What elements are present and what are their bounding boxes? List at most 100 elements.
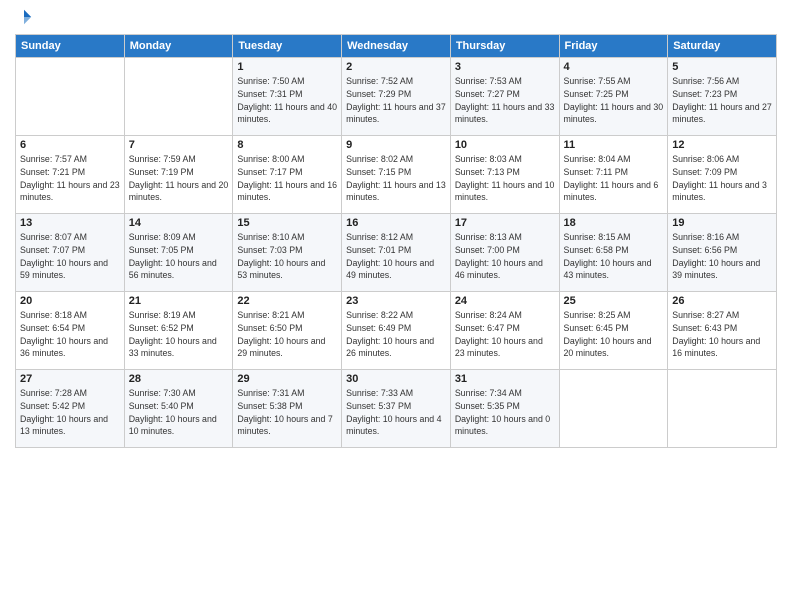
day-number: 26	[672, 295, 772, 307]
day-info: Sunrise: 7:53 AMSunset: 7:27 PMDaylight:…	[455, 75, 555, 126]
calendar-cell: 9 Sunrise: 8:02 AMSunset: 7:15 PMDaylight…	[342, 136, 451, 214]
day-info: Sunrise: 7:30 AMSunset: 5:40 PMDaylight:…	[129, 387, 229, 438]
calendar-week-row: 27 Sunrise: 7:28 AMSunset: 5:42 PMDayligh…	[16, 370, 777, 448]
logo	[15, 10, 35, 26]
calendar-cell: 2 Sunrise: 7:52 AMSunset: 7:29 PMDaylight…	[342, 58, 451, 136]
day-number: 1	[237, 61, 337, 73]
day-info: Sunrise: 8:25 AMSunset: 6:45 PMDaylight:…	[564, 309, 664, 360]
calendar-cell: 15 Sunrise: 8:10 AMSunset: 7:03 PMDayligh…	[233, 214, 342, 292]
day-number: 20	[20, 295, 120, 307]
calendar-week-row: 1 Sunrise: 7:50 AMSunset: 7:31 PMDaylight…	[16, 58, 777, 136]
calendar-cell: 23 Sunrise: 8:22 AMSunset: 6:49 PMDayligh…	[342, 292, 451, 370]
day-info: Sunrise: 8:27 AMSunset: 6:43 PMDaylight:…	[672, 309, 772, 360]
day-info: Sunrise: 8:10 AMSunset: 7:03 PMDaylight:…	[237, 231, 337, 282]
calendar-cell: 12 Sunrise: 8:06 AMSunset: 7:09 PMDayligh…	[668, 136, 777, 214]
day-number: 19	[672, 217, 772, 229]
day-number: 8	[237, 139, 337, 151]
calendar-cell: 13 Sunrise: 8:07 AMSunset: 7:07 PMDayligh…	[16, 214, 125, 292]
calendar-cell: 30Sunrise: 7:33 AMSunset: 5:37 PMDayligh…	[342, 370, 451, 448]
day-number: 29	[237, 373, 337, 385]
day-of-week-friday: Friday	[559, 35, 668, 58]
calendar-week-row: 6Sunrise: 7:57 AMSunset: 7:21 PMDaylight…	[16, 136, 777, 214]
header	[15, 10, 777, 26]
day-info: Sunrise: 8:06 AMSunset: 7:09 PMDaylight:…	[672, 153, 772, 204]
calendar-cell: 28 Sunrise: 7:30 AMSunset: 5:40 PMDayligh…	[124, 370, 233, 448]
calendar-cell: 26 Sunrise: 8:27 AMSunset: 6:43 PMDayligh…	[668, 292, 777, 370]
day-info: Sunrise: 8:21 AMSunset: 6:50 PMDaylight:…	[237, 309, 337, 360]
day-info: Sunrise: 8:03 AMSunset: 7:13 PMDaylight:…	[455, 153, 555, 204]
day-info: Sunrise: 7:31 AMSunset: 5:38 PMDaylight:…	[237, 387, 337, 438]
day-of-week-thursday: Thursday	[450, 35, 559, 58]
day-info: Sunrise: 7:59 AMSunset: 7:19 PMDaylight:…	[129, 153, 229, 204]
day-info: Sunrise: 7:56 AMSunset: 7:23 PMDaylight:…	[672, 75, 772, 126]
day-info: Sunrise: 8:07 AMSunset: 7:07 PMDaylight:…	[20, 231, 120, 282]
calendar-cell: 21 Sunrise: 8:19 AMSunset: 6:52 PMDayligh…	[124, 292, 233, 370]
day-of-week-tuesday: Tuesday	[233, 35, 342, 58]
calendar-cell: 1 Sunrise: 7:50 AMSunset: 7:31 PMDaylight…	[233, 58, 342, 136]
day-of-week-wednesday: Wednesday	[342, 35, 451, 58]
calendar-cell: 7 Sunrise: 7:59 AMSunset: 7:19 PMDaylight…	[124, 136, 233, 214]
day-info: Sunrise: 7:28 AMSunset: 5:42 PMDaylight:…	[20, 387, 120, 438]
day-number: 5	[672, 61, 772, 73]
day-number: 25	[564, 295, 664, 307]
calendar-cell: 24Sunrise: 8:24 AMSunset: 6:47 PMDayligh…	[450, 292, 559, 370]
page: SundayMondayTuesdayWednesdayThursdayFrid…	[0, 0, 792, 612]
day-number: 31	[455, 373, 555, 385]
day-number: 18	[564, 217, 664, 229]
calendar-cell	[124, 58, 233, 136]
day-number: 3	[455, 61, 555, 73]
calendar-cell	[668, 370, 777, 448]
day-number: 7	[129, 139, 229, 151]
calendar-cell: 18 Sunrise: 8:15 AMSunset: 6:58 PMDayligh…	[559, 214, 668, 292]
day-info: Sunrise: 7:52 AMSunset: 7:29 PMDaylight:…	[346, 75, 446, 126]
day-number: 2	[346, 61, 446, 73]
day-of-week-sunday: Sunday	[16, 35, 125, 58]
day-info: Sunrise: 8:19 AMSunset: 6:52 PMDaylight:…	[129, 309, 229, 360]
day-of-week-monday: Monday	[124, 35, 233, 58]
day-of-week-saturday: Saturday	[668, 35, 777, 58]
calendar-cell: 3 Sunrise: 7:53 AMSunset: 7:27 PMDaylight…	[450, 58, 559, 136]
calendar-week-row: 13 Sunrise: 8:07 AMSunset: 7:07 PMDayligh…	[16, 214, 777, 292]
day-info: Sunrise: 7:33 AMSunset: 5:37 PMDaylight:…	[346, 387, 446, 438]
day-info: Sunrise: 8:13 AMSunset: 7:00 PMDaylight:…	[455, 231, 555, 282]
calendar-cell: 4 Sunrise: 7:55 AMSunset: 7:25 PMDaylight…	[559, 58, 668, 136]
day-number: 15	[237, 217, 337, 229]
day-number: 11	[564, 139, 664, 151]
day-number: 22	[237, 295, 337, 307]
day-number: 17	[455, 217, 555, 229]
calendar-cell: 5 Sunrise: 7:56 AMSunset: 7:23 PMDaylight…	[668, 58, 777, 136]
day-number: 27	[20, 373, 120, 385]
day-number: 28	[129, 373, 229, 385]
day-number: 9	[346, 139, 446, 151]
day-number: 14	[129, 217, 229, 229]
calendar-cell	[16, 58, 125, 136]
day-info: Sunrise: 8:00 AMSunset: 7:17 PMDaylight:…	[237, 153, 337, 204]
calendar-cell: 16Sunrise: 8:12 AMSunset: 7:01 PMDayligh…	[342, 214, 451, 292]
calendar-week-row: 20Sunrise: 8:18 AMSunset: 6:54 PMDayligh…	[16, 292, 777, 370]
day-info: Sunrise: 7:55 AMSunset: 7:25 PMDaylight:…	[564, 75, 664, 126]
day-number: 13	[20, 217, 120, 229]
day-number: 12	[672, 139, 772, 151]
calendar-cell: 25 Sunrise: 8:25 AMSunset: 6:45 PMDayligh…	[559, 292, 668, 370]
day-info: Sunrise: 8:04 AMSunset: 7:11 PMDaylight:…	[564, 153, 664, 204]
day-info: Sunrise: 8:22 AMSunset: 6:49 PMDaylight:…	[346, 309, 446, 360]
calendar-cell: 11 Sunrise: 8:04 AMSunset: 7:11 PMDayligh…	[559, 136, 668, 214]
day-number: 10	[455, 139, 555, 151]
calendar-cell: 17 Sunrise: 8:13 AMSunset: 7:00 PMDayligh…	[450, 214, 559, 292]
day-info: Sunrise: 7:50 AMSunset: 7:31 PMDaylight:…	[237, 75, 337, 126]
day-info: Sunrise: 7:57 AMSunset: 7:21 PMDaylight:…	[20, 153, 120, 204]
calendar-cell: 8 Sunrise: 8:00 AMSunset: 7:17 PMDaylight…	[233, 136, 342, 214]
day-number: 4	[564, 61, 664, 73]
calendar-cell: 10 Sunrise: 8:03 AMSunset: 7:13 PMDayligh…	[450, 136, 559, 214]
day-info: Sunrise: 7:34 AMSunset: 5:35 PMDaylight:…	[455, 387, 555, 438]
day-info: Sunrise: 8:24 AMSunset: 6:47 PMDaylight:…	[455, 309, 555, 360]
calendar-cell: 29 Sunrise: 7:31 AMSunset: 5:38 PMDayligh…	[233, 370, 342, 448]
calendar-cell: 31 Sunrise: 7:34 AMSunset: 5:35 PMDayligh…	[450, 370, 559, 448]
day-number: 21	[129, 295, 229, 307]
calendar-cell: 19 Sunrise: 8:16 AMSunset: 6:56 PMDayligh…	[668, 214, 777, 292]
day-number: 23	[346, 295, 446, 307]
day-info: Sunrise: 8:02 AMSunset: 7:15 PMDaylight:…	[346, 153, 446, 204]
calendar-cell: 14Sunrise: 8:09 AMSunset: 7:05 PMDayligh…	[124, 214, 233, 292]
day-info: Sunrise: 8:16 AMSunset: 6:56 PMDaylight:…	[672, 231, 772, 282]
day-info: Sunrise: 8:15 AMSunset: 6:58 PMDaylight:…	[564, 231, 664, 282]
